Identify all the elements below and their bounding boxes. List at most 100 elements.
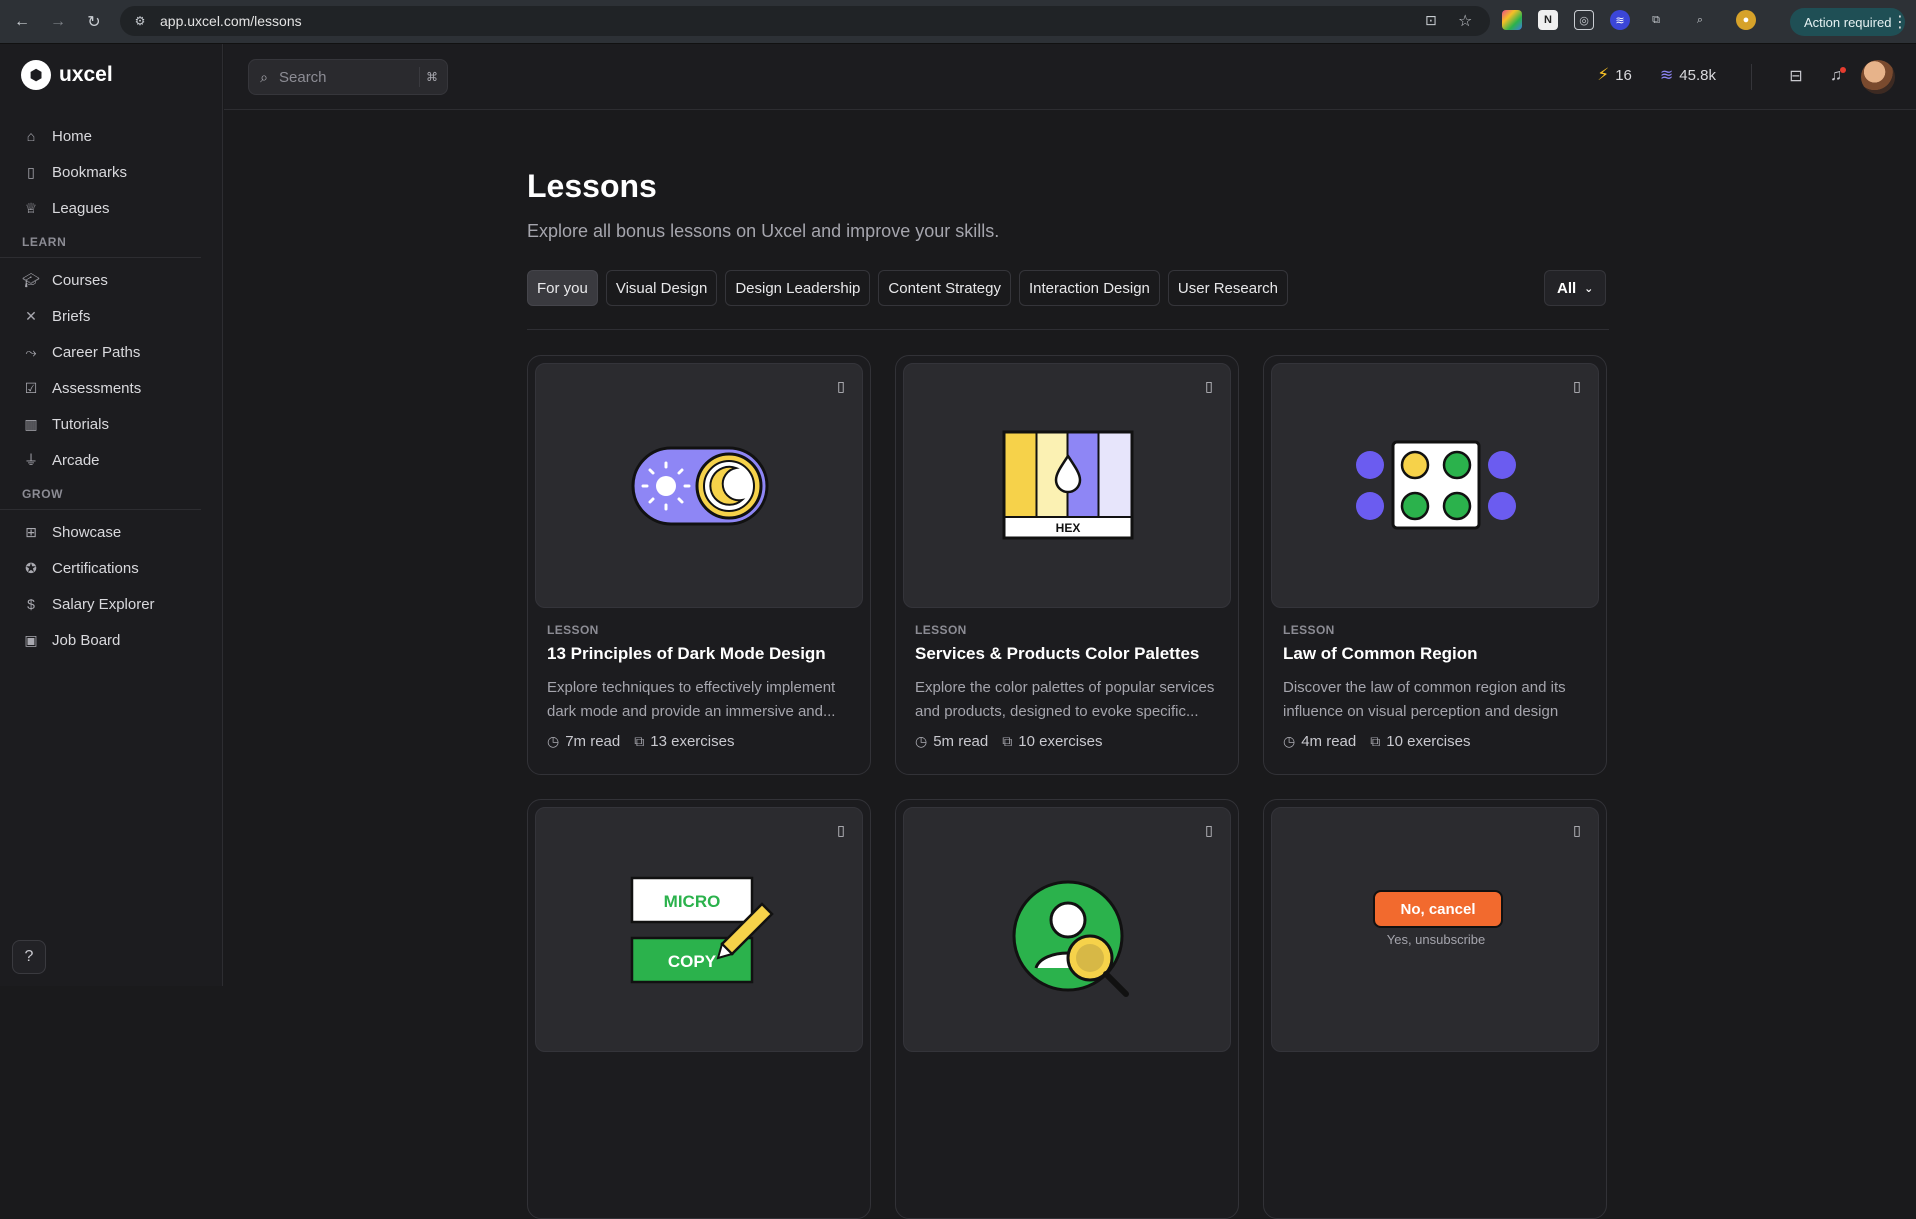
read-time: ◷ 4m read	[1283, 733, 1356, 750]
extension-screen-icon[interactable]: ◎	[1574, 10, 1594, 30]
bookmark-icon[interactable]: ▯	[1568, 820, 1586, 840]
grid-icon: ⊞	[25, 523, 37, 540]
profile-icon[interactable]: ●	[1736, 10, 1756, 30]
browser-toolbar: ← → ↻ ⚙ app.uxcel.com/lessons ⊡ ☆ N ◎ ≋ …	[0, 0, 1916, 44]
exercise-count: ⧉ 10 exercises	[1002, 733, 1102, 750]
topbar-divider	[1751, 64, 1752, 90]
filter-content-strategy[interactable]: Content Strategy	[878, 270, 1011, 306]
book-icon: ▥	[24, 415, 38, 432]
sidebar-item-label: Courses	[52, 271, 108, 289]
sidebar-item-career-paths[interactable]: ⤳ Career Paths	[0, 334, 223, 370]
exercise-count: ⧉ 13 exercises	[634, 733, 734, 750]
sidebar-item-home[interactable]: ⌂ Home	[0, 118, 223, 154]
extension-color-icon[interactable]	[1502, 10, 1522, 30]
clock-icon: ◷	[1283, 733, 1296, 749]
lesson-card-color-palettes[interactable]: ▯ HEX LESSON Services & Products Color P…	[895, 355, 1239, 775]
sidebar-item-leagues[interactable]: ♕ Leagues	[0, 190, 223, 226]
sidebar-item-courses[interactable]: 🎓︎ Courses	[0, 262, 223, 298]
sidebar-item-label: Showcase	[52, 523, 122, 541]
extension-notion-icon[interactable]: N	[1538, 10, 1558, 30]
filter-design-leadership[interactable]: Design Leadership	[725, 270, 871, 306]
help-button[interactable]: ?	[12, 940, 46, 974]
notification-dot	[1840, 67, 1846, 73]
card-meta: ◷ 4m read ⧉ 10 exercises	[1283, 733, 1470, 750]
extension-audio-icon[interactable]: ≋	[1610, 10, 1630, 30]
address-bar[interactable]: ⚙ app.uxcel.com/lessons	[120, 6, 1490, 36]
sidebar-item-label: Home	[52, 127, 93, 145]
lesson-card-common-region[interactable]: ▯ LESSON Law of Common Region Discover t…	[1263, 355, 1607, 775]
help-icon: ?	[24, 948, 34, 965]
sidebar-item-label: Assessments	[52, 379, 142, 397]
energy-stat[interactable]: ⚡︎ 16	[1597, 65, 1632, 85]
exercises-icon: ⧉	[1370, 733, 1381, 749]
read-time-value: 7m read	[565, 733, 621, 750]
sidebar-item-salary-explorer[interactable]: $ Salary Explorer	[0, 586, 223, 622]
exercise-count-value: 10 exercises	[1386, 733, 1471, 750]
energy-value: 16	[1615, 66, 1632, 84]
card-kicker: LESSON	[1283, 623, 1335, 637]
clock-icon: ◷	[915, 733, 928, 749]
exercises-icon: ⧉	[634, 733, 645, 749]
sidebar: ⬢ uxcel ⌂ Home ▯ Bookmarks ♕ Leagues LEA…	[0, 44, 223, 986]
sidebar-item-label: Briefs	[52, 307, 91, 325]
search-box[interactable]: ⌕ ⌘	[248, 59, 448, 95]
site-info-icon[interactable]: ⚙	[132, 13, 148, 29]
yes-unsubscribe-text: Yes, unsubscribe	[1386, 932, 1486, 947]
sidebar-item-job-board[interactable]: ▣ Job Board	[0, 622, 223, 658]
lesson-card-microcopy[interactable]: ▯ MICRO COPY	[527, 799, 871, 1219]
tab-search-icon[interactable]: ⌕	[1690, 10, 1710, 30]
lesson-card-user-research[interactable]: ▯	[895, 799, 1239, 1219]
extensions-puzzle-icon[interactable]: ⧉	[1646, 10, 1666, 30]
reload-icon[interactable]: ↻	[80, 8, 108, 36]
sidebar-item-showcase[interactable]: ⊞ Showcase	[0, 514, 223, 550]
lesson-card-dark-mode[interactable]: ▯ LESSON 13 Principles of Dark Mode Desi…	[527, 355, 871, 775]
filter-dropdown[interactable]: All ⌄	[1544, 270, 1607, 306]
sidebar-item-tutorials[interactable]: ▥ Tutorials	[0, 406, 223, 442]
card-thumbnail: ▯	[535, 363, 863, 608]
top-bar: ⌕ ⌘ ⚡︎ 16 ≋ 45.8k ⊟ ♫	[224, 44, 1916, 110]
action-required-button[interactable]: Action required	[1790, 8, 1906, 36]
sidebar-item-assessments[interactable]: ☑ Assessments	[0, 370, 223, 406]
sidebar-item-label: Arcade	[52, 451, 100, 469]
exercise-count-value: 13 exercises	[650, 733, 735, 750]
graduation-cap-icon: 🎓︎	[22, 271, 40, 288]
sidebar-item-certifications[interactable]: ✪ Certifications	[0, 550, 223, 586]
sidebar-item-bookmarks[interactable]: ▯ Bookmarks	[0, 154, 223, 190]
back-icon[interactable]: ←	[8, 8, 36, 36]
filter-tabs: For you Visual Design Design Leadership …	[527, 270, 1288, 306]
bell-icon[interactable]: ♫	[1824, 64, 1848, 88]
badge-icon: ✪	[25, 559, 37, 576]
card-meta: ◷ 5m read ⧉ 10 exercises	[915, 733, 1102, 750]
filter-visual-design[interactable]: Visual Design	[605, 270, 718, 306]
common-region-illustration	[1356, 440, 1516, 530]
xp-stat[interactable]: ≋ 45.8k	[1660, 65, 1716, 85]
star-bookmark-icon[interactable]: ☆	[1458, 11, 1472, 31]
exercise-count: ⧉ 10 exercises	[1370, 733, 1470, 750]
search-input[interactable]	[279, 68, 399, 86]
section-label-learn: LEARN	[0, 226, 201, 258]
sidebar-item-arcade[interactable]: ⏚ Arcade	[0, 442, 223, 478]
brand-name: uxcel	[59, 63, 113, 86]
card-thumbnail: ▯	[1271, 363, 1599, 608]
avatar[interactable]	[1861, 60, 1895, 94]
page-subtitle: Explore all bonus lessons on Uxcel and i…	[527, 221, 1000, 241]
search-icon: ⌕	[260, 68, 268, 85]
browser-menu-icon[interactable]: ⋮	[1892, 12, 1908, 32]
sidebar-item-label: Tutorials	[52, 415, 109, 433]
card-kicker: LESSON	[915, 623, 967, 637]
tools-icon: ✕	[25, 307, 37, 324]
uxcel-logo-icon: ⬢	[21, 60, 51, 90]
microcopy-illustration: MICRO COPY	[630, 876, 774, 984]
exercises-icon: ⧉	[1002, 733, 1013, 749]
sidebar-item-briefs[interactable]: ✕ Briefs	[0, 298, 223, 334]
card-title: Services & Products Color Palettes	[915, 644, 1200, 663]
lesson-card-unsubscribe[interactable]: ▯ No, cancel Yes, unsubscribe	[1263, 799, 1607, 1219]
filter-for-you[interactable]: For you	[527, 270, 598, 306]
gift-icon[interactable]: ⊟	[1784, 64, 1808, 88]
install-app-icon[interactable]: ⊡	[1425, 12, 1437, 29]
logo[interactable]: ⬢ uxcel	[21, 60, 113, 90]
exercise-count-value: 10 exercises	[1018, 733, 1103, 750]
filter-user-research[interactable]: User Research	[1167, 270, 1288, 306]
filter-interaction-design[interactable]: Interaction Design	[1018, 270, 1160, 306]
forward-icon[interactable]: →	[44, 8, 72, 36]
